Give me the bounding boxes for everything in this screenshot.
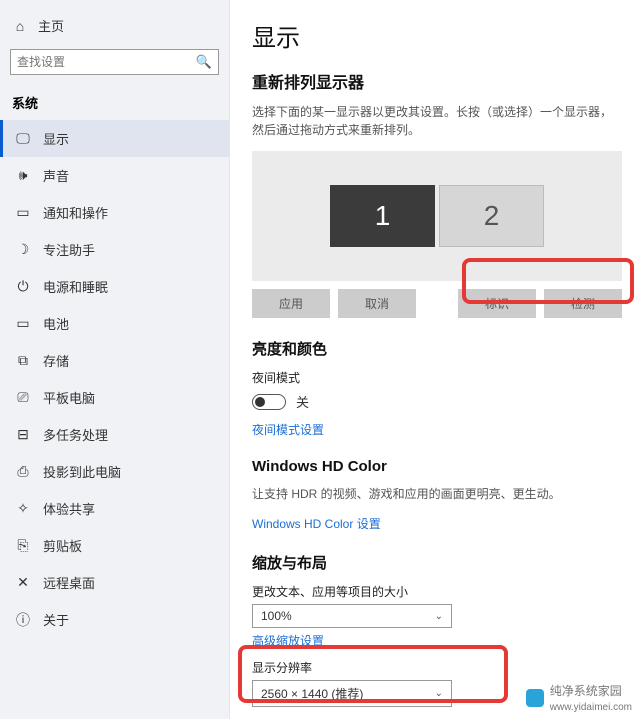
sidebar-item-power[interactable]: ⏻ 电源和睡眠 [0,268,229,305]
sidebar-item-shared-experiences[interactable]: ✧ 体验共享 [0,490,229,527]
advanced-scale-link[interactable]: 高级缩放设置 [252,632,622,649]
cancel-button[interactable]: 取消 [338,289,416,318]
storage-icon: ⧉ [15,353,31,369]
sidebar-item-storage[interactable]: ⧉ 存储 [0,342,229,379]
tablet-icon: ⎚ [15,390,31,406]
display-arrange-area[interactable]: 1 2 [252,151,622,281]
hdr-title: Windows HD Color [252,458,622,475]
scale-title: 缩放与布局 [252,552,622,573]
sound-icon: 🕪 [15,168,31,184]
sidebar-item-battery[interactable]: ▭ 电池 [0,305,229,342]
night-light-label: 夜间模式 [252,369,622,386]
sidebar-item-label: 电池 [43,314,69,333]
sidebar-item-about[interactable]: ⓘ 关于 [0,601,229,638]
battery-icon: ▭ [15,316,31,332]
chevron-down-icon: ⌄ [435,611,443,622]
power-icon: ⏻ [15,279,31,295]
sidebar-item-sound[interactable]: 🕪 声音 [0,157,229,194]
rearrange-desc: 选择下面的某一显示器以更改其设置。长按（或选择）一个显示器，然后通过拖动方式来重… [252,103,622,139]
resolution-label: 显示分辨率 [252,659,622,676]
sidebar-item-label: 远程桌面 [43,573,95,592]
watermark-text: 纯净系统家园 [550,684,622,698]
notification-icon: ▭ [15,205,31,221]
sidebar-item-label: 关于 [43,610,69,629]
sidebar-item-label: 专注助手 [43,240,95,259]
scale-label: 更改文本、应用等项目的大小 [252,583,622,600]
night-light-settings-link[interactable]: 夜间模式设置 [252,421,622,438]
watermark-logo-icon [526,689,544,707]
sidebar-item-label: 平板电脑 [43,388,95,407]
multitasking-icon: ⊟ [15,427,31,443]
sidebar-item-label: 声音 [43,166,69,185]
monitor-2[interactable]: 2 [439,185,544,247]
sidebar-item-tablet[interactable]: ⎚ 平板电脑 [0,379,229,416]
sidebar-category: 系统 [0,87,229,120]
sidebar-item-remote-desktop[interactable]: ✕ 远程桌面 [0,564,229,601]
sidebar-item-label: 多任务处理 [43,425,108,444]
identify-button[interactable]: 标识 [458,289,536,318]
hdr-desc: 让支持 HDR 的视频、游戏和应用的画面更明亮、更生动。 [252,485,622,503]
search-input[interactable] [17,55,196,69]
sidebar-item-label: 电源和睡眠 [43,277,108,296]
about-icon: ⓘ [15,612,31,628]
sidebar-item-label: 显示 [43,129,69,148]
monitor-1[interactable]: 1 [330,185,435,247]
sidebar-item-notifications[interactable]: ▭ 通知和操作 [0,194,229,231]
resolution-value: 2560 × 1440 (推荐) [261,685,363,702]
settings-sidebar: ⌂ 主页 🔍 系统 🖵 显示 🕪 声音 ▭ 通知和操作 ☽ 专注助手 ⏻ 电源和… [0,0,230,719]
sidebar-item-clipboard[interactable]: ⎘ 剪贴板 [0,527,229,564]
night-light-state: 关 [296,392,309,411]
scale-select[interactable]: 100% ⌄ [252,604,452,628]
resolution-select[interactable]: 2560 × 1440 (推荐) ⌄ [252,680,452,707]
detect-button[interactable]: 检测 [544,289,622,318]
watermark: 纯净系统家园 www.yidaimei.com [526,682,632,713]
rearrange-title: 重新排列显示器 [252,69,622,93]
watermark-url: www.yidaimei.com [550,702,632,713]
page-title: 显示 [252,18,622,53]
main-content: 显示 重新排列显示器 选择下面的某一显示器以更改其设置。长按（或选择）一个显示器… [230,0,640,719]
sidebar-item-display[interactable]: 🖵 显示 [0,120,229,157]
chevron-down-icon: ⌄ [435,688,443,699]
sidebar-item-label: 存储 [43,351,69,370]
focus-assist-icon: ☽ [15,242,31,258]
search-box[interactable]: 🔍 [10,49,219,75]
sidebar-item-label: 体验共享 [43,499,95,518]
projecting-icon: ⎙ [15,464,31,480]
home-link[interactable]: ⌂ 主页 [0,10,229,41]
hdr-settings-link[interactable]: Windows HD Color 设置 [252,515,622,532]
sidebar-item-multitasking[interactable]: ⊟ 多任务处理 [0,416,229,453]
sidebar-item-focus-assist[interactable]: ☽ 专注助手 [0,231,229,268]
remote-desktop-icon: ✕ [15,575,31,591]
sidebar-item-label: 通知和操作 [43,203,108,222]
clipboard-icon: ⎘ [15,538,31,554]
sidebar-item-projecting[interactable]: ⎙ 投影到此电脑 [0,453,229,490]
brightness-title: 亮度和颜色 [252,338,622,359]
scale-value: 100% [261,609,292,623]
display-icon: 🖵 [15,131,31,147]
night-light-toggle[interactable] [252,394,286,410]
apply-button[interactable]: 应用 [252,289,330,318]
search-icon: 🔍 [196,54,212,70]
home-label: 主页 [38,16,64,35]
shared-icon: ✧ [15,501,31,517]
home-icon: ⌂ [12,18,28,34]
sidebar-item-label: 投影到此电脑 [43,462,121,481]
sidebar-item-label: 剪贴板 [43,536,82,555]
